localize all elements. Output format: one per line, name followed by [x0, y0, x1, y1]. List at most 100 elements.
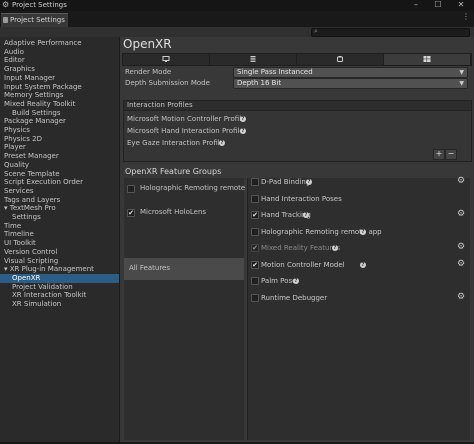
tree-item[interactable]: Quality: [0, 161, 119, 170]
tree-item[interactable]: Tags and Layers: [0, 196, 119, 205]
tree-item[interactable]: XR Simulation: [0, 300, 119, 309]
help-icon[interactable]: ?: [293, 278, 299, 284]
tree-item[interactable]: Timeline: [0, 230, 119, 239]
settings-tree: Adaptive Performance Audio Editor Graphics I…: [0, 37, 120, 442]
help-icon[interactable]: ?: [219, 140, 225, 146]
feature-row[interactable]: ✔ Hand Tracking? ⚙: [248, 207, 470, 223]
render-mode-dropdown[interactable]: Single Pass Instanced ▼: [233, 67, 468, 78]
tree-item[interactable]: UI Toolkit: [0, 239, 119, 248]
tree-item[interactable]: Preset Manager: [0, 152, 119, 161]
tree-item[interactable]: Time: [0, 222, 119, 231]
tree-item[interactable]: Editor: [0, 56, 119, 65]
help-icon[interactable]: ?: [240, 116, 246, 122]
feature-group-label: All Features: [129, 264, 171, 272]
feature-group-checkbox[interactable]: [127, 185, 135, 193]
tree-item[interactable]: Project Validation: [0, 283, 119, 292]
help-icon[interactable]: ?: [360, 261, 366, 268]
feature-group-label: Microsoft HoloLens: [140, 208, 207, 216]
platform-tab[interactable]: [297, 54, 384, 65]
platform-tab[interactable]: [123, 54, 210, 65]
tree-item[interactable]: Memory Settings: [0, 91, 119, 100]
feature-group-checkbox[interactable]: ✔: [127, 209, 135, 217]
feature-label: Mixed Reality Features: [261, 244, 341, 252]
tree-item[interactable]: Visual Scripting: [0, 257, 119, 266]
help-icon[interactable]: ?: [306, 179, 312, 185]
feature-checkbox[interactable]: [251, 277, 259, 285]
feature-groups-title: OpenXR Feature Groups: [125, 167, 222, 176]
platform-tabs: [122, 53, 472, 66]
feature-row[interactable]: Palm Pose?: [248, 273, 470, 289]
feature-row[interactable]: Runtime Debugger ⚙: [248, 290, 470, 306]
help-icon[interactable]: ?: [332, 245, 338, 251]
gear-icon[interactable]: ⚙: [457, 243, 466, 252]
remove-profile-button[interactable]: −: [445, 149, 457, 160]
feature-row[interactable]: ✔ Mixed Reality Features? ⚙: [248, 240, 470, 256]
tree-item[interactable]: Input System Package: [0, 83, 119, 92]
tree-item[interactable]: Settings: [0, 213, 119, 222]
gear-icon[interactable]: ⚙: [457, 259, 466, 269]
title-bar: ⚙ Project Settings – ☐ ✕: [0, 0, 474, 11]
maximize-icon[interactable]: ☐: [427, 0, 449, 11]
feature-row[interactable]: Holographic Remoting remote app?: [248, 224, 470, 240]
interaction-profile-item[interactable]: Microsoft Motion Controller Profile: [127, 115, 245, 123]
interaction-profiles-list: Interaction Profiles Microsoft Motion Co…: [123, 100, 472, 162]
tree-item[interactable]: Version Control: [0, 248, 119, 257]
close-icon[interactable]: ✕: [450, 0, 472, 11]
tree-item[interactable]: ▾ TextMesh Pro: [0, 204, 119, 213]
feature-checkbox[interactable]: [251, 194, 259, 203]
feature-checkbox[interactable]: ✔: [251, 211, 259, 219]
tree-item[interactable]: Adaptive Performance: [0, 39, 119, 48]
feature-group-label: Holographic Remoting remote app: [140, 184, 261, 192]
tree-item[interactable]: Scene Template: [0, 170, 119, 179]
feature-checkbox[interactable]: [251, 293, 259, 302]
tree-item[interactable]: Package Manager: [0, 117, 119, 126]
gear-icon[interactable]: ⚙: [457, 210, 466, 219]
tree-item[interactable]: Build Settings: [0, 109, 119, 118]
feature-group-row[interactable]: All Features: [124, 258, 244, 280]
tree-item[interactable]: ▾ XR Plug-in Management: [0, 265, 119, 274]
tree-item[interactable]: XR Interaction Toolkit: [0, 291, 119, 300]
tab-label: Project Settings: [10, 16, 65, 24]
interaction-profile-item[interactable]: Microsoft Hand Interaction Profile: [127, 127, 244, 135]
feature-checkbox: ✔: [251, 244, 259, 252]
tree-item[interactable]: Physics: [0, 126, 119, 135]
depth-mode-dropdown[interactable]: Depth 16 Bit ▼: [233, 78, 468, 89]
feature-checkbox[interactable]: ✔: [251, 260, 259, 269]
interaction-profile-item[interactable]: Eye Gaze Interaction Profile: [127, 139, 224, 147]
gear-icon[interactable]: ⚙: [457, 177, 466, 186]
server-icon: [250, 56, 257, 62]
tree-item[interactable]: OpenXR: [0, 273, 119, 283]
tab-project-settings[interactable]: Project Settings: [1, 13, 68, 28]
minimize-icon[interactable]: –: [405, 0, 427, 11]
gear-icon[interactable]: ⚙: [457, 292, 466, 302]
tab-strip: Project Settings ⋮: [0, 11, 474, 28]
feature-row[interactable]: ✔ Motion Controller Model? ⚙: [248, 257, 470, 273]
feature-group-row[interactable]: Holographic Remoting remote app: [124, 178, 261, 200]
tree-item[interactable]: Mixed Reality Toolkit: [0, 100, 119, 109]
tree-item[interactable]: Audio: [0, 48, 119, 57]
help-icon[interactable]: ?: [303, 212, 309, 218]
render-mode-value: Single Pass Instanced: [237, 68, 313, 76]
kebab-menu-icon[interactable]: ⋮: [462, 13, 470, 23]
tree-item[interactable]: Services: [0, 187, 119, 196]
page-title: OpenXR: [123, 37, 172, 51]
tree-item[interactable]: Input Manager: [0, 74, 119, 83]
tree-item[interactable]: Script Execution Order: [0, 178, 119, 187]
help-icon[interactable]: ?: [360, 228, 366, 235]
tree-item[interactable]: Physics 2D: [0, 135, 119, 144]
feature-row[interactable]: D-Pad Binding? ⚙: [248, 174, 470, 190]
feature-label: Runtime Debugger: [261, 293, 328, 302]
help-icon[interactable]: ?: [240, 128, 246, 134]
search-input[interactable]: ⌕: [311, 27, 470, 37]
feature-checkbox[interactable]: [251, 227, 259, 236]
tree-item[interactable]: Graphics: [0, 65, 119, 74]
platform-tab[interactable]: [210, 54, 297, 65]
add-profile-button[interactable]: +: [433, 149, 445, 160]
feature-label: Palm Pose: [261, 277, 297, 285]
feature-checkbox[interactable]: [251, 178, 259, 186]
feature-row[interactable]: Hand Interaction Poses: [248, 191, 470, 207]
tree-item[interactable]: Player: [0, 143, 119, 152]
app-icon: ⚙: [2, 0, 10, 9]
platform-tab[interactable]: [384, 54, 471, 65]
feature-group-row[interactable]: ✔ Microsoft HoloLens: [124, 202, 244, 224]
